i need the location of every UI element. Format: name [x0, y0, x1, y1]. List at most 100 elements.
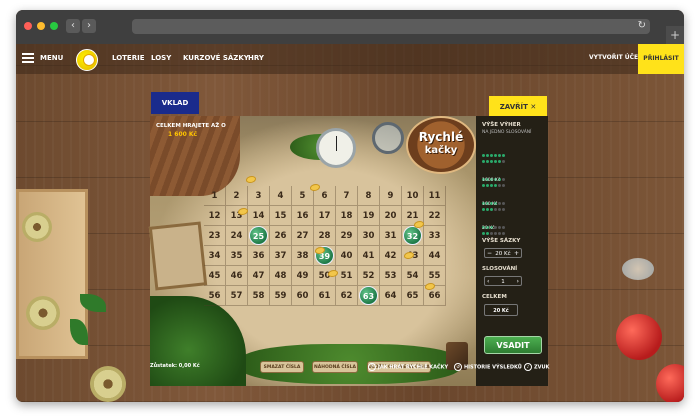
- number-cell[interactable]: 58: [248, 286, 270, 306]
- number-cell[interactable]: 47: [248, 266, 270, 286]
- wins-subtitle: NA JEDNO SLOSOVÁNÍ: [482, 130, 532, 135]
- bet-value: 20 Kč: [495, 251, 511, 257]
- how-to-play-link[interactable]: ? JAK HRÁT RYCHLÉ KAČKY: [368, 363, 448, 371]
- chevron-right-icon[interactable]: ›: [517, 277, 519, 287]
- number-cell[interactable]: 15: [270, 206, 292, 226]
- number-cell[interactable]: 30: [358, 226, 380, 246]
- number-cell[interactable]: 40: [336, 246, 358, 266]
- browser-window: ‹ › ↻ + MENU LOTERIE LOSY KURZOVÉ SÁZKY …: [16, 10, 684, 402]
- number-cell[interactable]: 26: [270, 226, 292, 246]
- number-cell[interactable]: 54: [402, 266, 424, 286]
- win-hits-row: [482, 196, 506, 211]
- number-cell[interactable]: 38: [292, 246, 314, 266]
- nav-loterie[interactable]: LOTERIE: [112, 54, 145, 62]
- number-cell[interactable]: 23: [204, 226, 226, 246]
- number-cell[interactable]: 61: [314, 286, 336, 306]
- number-cell[interactable]: 53: [380, 266, 402, 286]
- number-cell[interactable]: 34: [204, 246, 226, 266]
- win-hits-row: [482, 220, 506, 235]
- number-cell[interactable]: 42: [380, 246, 402, 266]
- clear-numbers-button[interactable]: SMAZAT ČÍSLA: [260, 361, 304, 373]
- number-cell[interactable]: 60: [292, 286, 314, 306]
- number-cell[interactable]: 33: [424, 226, 446, 246]
- drawn-ball[interactable]: 63: [359, 286, 378, 305]
- address-bar[interactable]: ↻: [132, 19, 650, 34]
- place-bet-button[interactable]: VSADIT: [484, 336, 542, 354]
- random-numbers-button[interactable]: NÁHODNÁ ČÍSLA: [312, 361, 358, 373]
- number-cell[interactable]: 24: [226, 226, 248, 246]
- number-board: Rychlé kačky CELKEM HRAJETE AŽ O 1 600 K…: [148, 116, 476, 386]
- number-cell[interactable]: 8: [358, 186, 380, 206]
- number-cell[interactable]: 57: [226, 286, 248, 306]
- number-cell[interactable]: 10: [402, 186, 424, 206]
- number-cell[interactable]: 11: [424, 186, 446, 206]
- drawn-ball[interactable]: 25: [249, 226, 268, 245]
- number-cell[interactable]: 36: [248, 246, 270, 266]
- hamburger-menu-icon[interactable]: [22, 53, 34, 63]
- number-cell[interactable]: 35: [226, 246, 248, 266]
- nav-losy[interactable]: LOSY: [151, 54, 171, 62]
- minus-icon[interactable]: −: [487, 249, 492, 259]
- nav-kurzove-sazky[interactable]: KURZOVÉ SÁZKY: [183, 54, 249, 62]
- number-cell[interactable]: 52: [358, 266, 380, 286]
- results-history-link[interactable]: ↺ HISTORIE VÝSLEDKŮ: [454, 363, 522, 371]
- sound-toggle[interactable]: ♪ ZVUK: [524, 363, 549, 371]
- number-cell[interactable]: 56: [204, 286, 226, 306]
- reload-icon[interactable]: ↻: [638, 20, 646, 31]
- minimize-window-dot[interactable]: [37, 22, 45, 30]
- win-hits-row: [482, 142, 506, 157]
- close-game-button[interactable]: ZAVŘÍT ✕: [489, 96, 547, 118]
- number-cell[interactable]: 17: [314, 206, 336, 226]
- number-cell[interactable]: 16: [292, 206, 314, 226]
- bet-stepper[interactable]: − 20 Kč +: [484, 248, 522, 258]
- number-cell[interactable]: 45: [204, 266, 226, 286]
- number-cell[interactable]: 3: [248, 186, 270, 206]
- number-cell[interactable]: 4: [270, 186, 292, 206]
- close-window-dot[interactable]: [24, 22, 32, 30]
- nav-hry[interactable]: HRY: [248, 54, 264, 62]
- back-arrow-icon[interactable]: ‹: [66, 19, 80, 33]
- number-cell[interactable]: 51: [336, 266, 358, 286]
- number-cell[interactable]: 2: [226, 186, 248, 206]
- number-cell[interactable]: 37: [270, 246, 292, 266]
- number-cell[interactable]: 9: [380, 186, 402, 206]
- question-icon: ?: [368, 363, 376, 371]
- number-cell[interactable]: 49: [292, 266, 314, 286]
- number-cell[interactable]: 46: [226, 266, 248, 286]
- number-cell[interactable]: 28: [314, 226, 336, 246]
- logo-line1: Rychlé: [418, 130, 464, 144]
- number-cell[interactable]: 64: [380, 286, 402, 306]
- number-cell[interactable]: 41: [358, 246, 380, 266]
- plus-icon[interactable]: +: [514, 249, 519, 259]
- number-cell[interactable]: 62: [336, 286, 358, 306]
- number-cell[interactable]: 27: [292, 226, 314, 246]
- deposit-button[interactable]: VKLAD: [151, 92, 199, 114]
- close-label: ZAVŘÍT: [499, 103, 528, 111]
- draws-stepper[interactable]: ‹ 1 ›: [484, 276, 522, 286]
- history-icon: ↺: [454, 363, 462, 371]
- win-hits-row: [482, 190, 506, 205]
- number-cell[interactable]: 44: [424, 246, 446, 266]
- number-cell[interactable]: 14: [248, 206, 270, 226]
- site-logo[interactable]: [76, 49, 98, 71]
- forward-arrow-icon[interactable]: ›: [82, 19, 96, 33]
- number-cell[interactable]: 65: [402, 286, 424, 306]
- number-cell[interactable]: 22: [424, 206, 446, 226]
- create-account-link[interactable]: VYTVOŘIT ÚČET: [589, 54, 642, 61]
- menu-label[interactable]: MENU: [40, 54, 63, 62]
- drawn-ball[interactable]: 32: [403, 226, 422, 245]
- number-cell[interactable]: 7: [336, 186, 358, 206]
- number-cell[interactable]: 20: [380, 206, 402, 226]
- number-cell[interactable]: 1: [204, 186, 226, 206]
- number-cell[interactable]: 48: [270, 266, 292, 286]
- number-cell[interactable]: 19: [358, 206, 380, 226]
- number-cell[interactable]: 29: [336, 226, 358, 246]
- chevron-left-icon[interactable]: ‹: [487, 277, 489, 287]
- login-button[interactable]: PŘIHLÁSIT: [638, 44, 684, 74]
- maximize-window-dot[interactable]: [50, 22, 58, 30]
- number-cell[interactable]: 31: [380, 226, 402, 246]
- number-cell[interactable]: 59: [270, 286, 292, 306]
- number-cell[interactable]: 12: [204, 206, 226, 226]
- number-cell[interactable]: 18: [336, 206, 358, 226]
- new-tab-plus-icon[interactable]: +: [666, 26, 684, 44]
